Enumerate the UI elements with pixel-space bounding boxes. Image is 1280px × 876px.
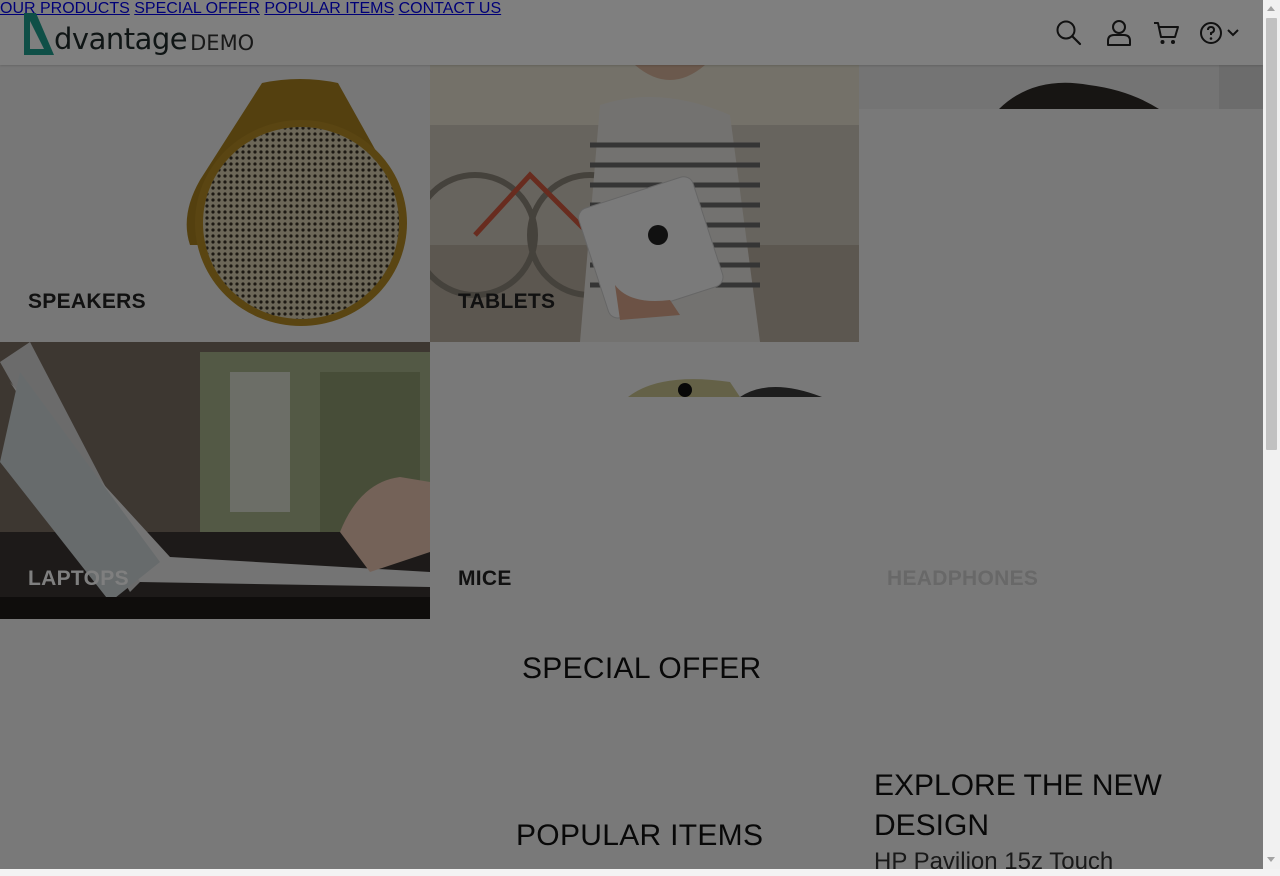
explore-subtitle: HP Pavilion 15z Touch bbox=[874, 848, 1114, 875]
popular-items-heading: POPULAR ITEMS bbox=[516, 819, 764, 852]
site-header: dvantage DEMO OUR PRODUCTS SPECIAL OFFER… bbox=[0, 0, 1263, 65]
cart-icon[interactable] bbox=[1152, 18, 1180, 48]
scrollbar[interactable] bbox=[1263, 0, 1280, 869]
chevron-down-icon[interactable] bbox=[1227, 18, 1239, 48]
category-mice[interactable]: MICE bbox=[430, 342, 859, 619]
category-label-headphones: HEADPHONES bbox=[887, 567, 1039, 590]
explore-title: EXPLORE THE NEW DESIGN bbox=[874, 769, 1162, 842]
logo[interactable]: dvantage DEMO bbox=[22, 9, 254, 57]
logo-demo: DEMO bbox=[190, 31, 255, 55]
scroll-up-icon[interactable] bbox=[1267, 6, 1275, 11]
special-offer-heading: SPECIAL OFFER bbox=[522, 652, 762, 685]
logo-mark-icon bbox=[24, 13, 54, 55]
headphones-image-partial bbox=[859, 65, 1263, 109]
help-icon[interactable] bbox=[1199, 18, 1223, 48]
mouse-image-partial bbox=[628, 379, 822, 397]
category-label-mice: MICE bbox=[458, 567, 512, 590]
category-label-tablets: TABLETS bbox=[458, 290, 556, 313]
scroll-down-icon[interactable] bbox=[1267, 857, 1275, 862]
category-label-laptops: LAPTOPS bbox=[28, 567, 129, 590]
nav-contact-us[interactable]: CONTACT US bbox=[399, 0, 502, 17]
nav-popular-items[interactable]: POPULAR ITEMS bbox=[264, 0, 394, 17]
category-speakers[interactable]: SPEAKERS bbox=[0, 65, 430, 342]
logo-word: dvantage bbox=[54, 22, 188, 56]
search-icon[interactable] bbox=[1055, 18, 1083, 48]
category-headphones-banner bbox=[859, 65, 1263, 342]
category-label-speakers: SPEAKERS bbox=[28, 290, 146, 313]
scrollbar-thumb[interactable] bbox=[1266, 18, 1277, 450]
category-tablets[interactable]: TABLETS bbox=[430, 65, 859, 342]
category-laptops[interactable]: LAPTOPS bbox=[0, 342, 430, 619]
user-icon[interactable] bbox=[1106, 18, 1132, 48]
category-headphones[interactable]: HEADPHONES bbox=[859, 342, 1263, 619]
